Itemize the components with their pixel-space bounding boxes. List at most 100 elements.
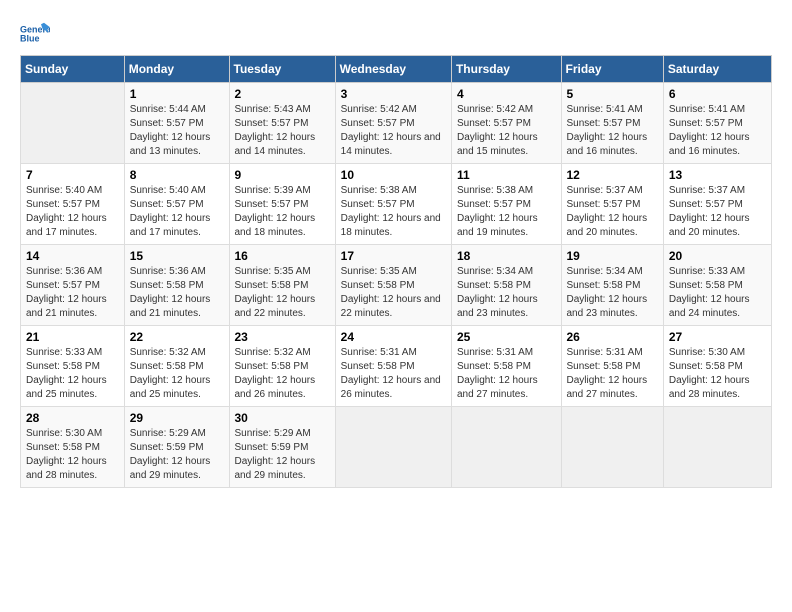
day-info: Sunrise: 5:38 AMSunset: 5:57 PMDaylight:… xyxy=(341,184,446,240)
calendar-cell: 28 Sunrise: 5:30 AMSunset: 5:58 PMDayligh… xyxy=(21,407,125,488)
day-info: Sunrise: 5:42 AMSunset: 5:57 PMDaylight:… xyxy=(341,103,446,159)
calendar-cell: 27 Sunrise: 5:30 AMSunset: 5:58 PMDayligh… xyxy=(663,326,771,407)
logo: General Blue xyxy=(20,20,54,45)
day-number: 23 xyxy=(235,330,330,344)
day-number: 20 xyxy=(669,249,766,263)
col-header-wednesday: Wednesday xyxy=(335,56,451,83)
day-info: Sunrise: 5:40 AMSunset: 5:57 PMDaylight:… xyxy=(130,184,224,240)
day-info: Sunrise: 5:42 AMSunset: 5:57 PMDaylight:… xyxy=(457,103,556,159)
day-number: 12 xyxy=(567,168,658,182)
calendar-cell: 7Sunrise: 5:40 AMSunset: 5:57 PMDaylight… xyxy=(21,164,125,245)
calendar-cell xyxy=(663,407,771,488)
day-info: Sunrise: 5:35 AMSunset: 5:58 PMDaylight:… xyxy=(341,265,446,321)
calendar-cell: 17 Sunrise: 5:35 AMSunset: 5:58 PMDayligh… xyxy=(335,245,451,326)
calendar-cell: 23 Sunrise: 5:32 AMSunset: 5:58 PMDayligh… xyxy=(229,326,335,407)
day-info: Sunrise: 5:30 AMSunset: 5:58 PMDaylight:… xyxy=(26,427,119,483)
day-info: Sunrise: 5:30 AMSunset: 5:58 PMDaylight:… xyxy=(669,346,766,402)
calendar-cell: 13 Sunrise: 5:37 AMSunset: 5:57 PMDayligh… xyxy=(663,164,771,245)
calendar-cell xyxy=(21,83,125,164)
calendar-cell: 15 Sunrise: 5:36 AMSunset: 5:58 PMDayligh… xyxy=(124,245,229,326)
calendar-cell: 4 Sunrise: 5:42 AMSunset: 5:57 PMDaylight… xyxy=(451,83,561,164)
day-info: Sunrise: 5:38 AMSunset: 5:57 PMDaylight:… xyxy=(457,184,556,240)
calendar-cell: 30 Sunrise: 5:29 AMSunset: 5:59 PMDayligh… xyxy=(229,407,335,488)
calendar-cell: 21 Sunrise: 5:33 AMSunset: 5:58 PMDayligh… xyxy=(21,326,125,407)
calendar-cell xyxy=(451,407,561,488)
day-number: 6 xyxy=(669,87,766,101)
day-info: Sunrise: 5:36 AMSunset: 5:57 PMDaylight:… xyxy=(26,265,119,321)
calendar-week-5: 28 Sunrise: 5:30 AMSunset: 5:58 PMDayligh… xyxy=(21,407,772,488)
day-number: 30 xyxy=(235,411,330,425)
day-info: Sunrise: 5:33 AMSunset: 5:58 PMDaylight:… xyxy=(26,346,119,402)
day-info: Sunrise: 5:37 AMSunset: 5:57 PMDaylight:… xyxy=(567,184,658,240)
calendar-table: SundayMondayTuesdayWednesdayThursdayFrid… xyxy=(20,55,772,488)
day-number: 21 xyxy=(26,330,119,344)
calendar-cell: 10 Sunrise: 5:38 AMSunset: 5:57 PMDayligh… xyxy=(335,164,451,245)
day-info: Sunrise: 5:29 AMSunset: 5:59 PMDaylight:… xyxy=(130,427,224,483)
page-header: General Blue xyxy=(20,20,772,45)
day-info: Sunrise: 5:34 AMSunset: 5:58 PMDaylight:… xyxy=(567,265,658,321)
day-number: 5 xyxy=(567,87,658,101)
day-info: Sunrise: 5:34 AMSunset: 5:58 PMDaylight:… xyxy=(457,265,556,321)
day-info: Sunrise: 5:37 AMSunset: 5:57 PMDaylight:… xyxy=(669,184,766,240)
day-info: Sunrise: 5:39 AMSunset: 5:57 PMDaylight:… xyxy=(235,184,330,240)
calendar-cell: 3 Sunrise: 5:42 AMSunset: 5:57 PMDaylight… xyxy=(335,83,451,164)
day-info: Sunrise: 5:44 AMSunset: 5:57 PMDaylight:… xyxy=(130,103,224,159)
calendar-cell: 2 Sunrise: 5:43 AMSunset: 5:57 PMDaylight… xyxy=(229,83,335,164)
day-info: Sunrise: 5:33 AMSunset: 5:58 PMDaylight:… xyxy=(669,265,766,321)
day-number: 4 xyxy=(457,87,556,101)
logo-icon: General Blue xyxy=(20,20,50,45)
day-number: 10 xyxy=(341,168,446,182)
day-number: 9 xyxy=(235,168,330,182)
calendar-cell xyxy=(561,407,663,488)
day-number: 17 xyxy=(341,249,446,263)
day-number: 25 xyxy=(457,330,556,344)
day-number: 19 xyxy=(567,249,658,263)
day-info: Sunrise: 5:31 AMSunset: 5:58 PMDaylight:… xyxy=(341,346,446,402)
day-info: Sunrise: 5:40 AMSunset: 5:57 PMDaylight:… xyxy=(26,184,119,240)
day-number: 22 xyxy=(130,330,224,344)
day-number: 29 xyxy=(130,411,224,425)
day-info: Sunrise: 5:32 AMSunset: 5:58 PMDaylight:… xyxy=(130,346,224,402)
day-info: Sunrise: 5:41 AMSunset: 5:57 PMDaylight:… xyxy=(567,103,658,159)
calendar-week-4: 21 Sunrise: 5:33 AMSunset: 5:58 PMDayligh… xyxy=(21,326,772,407)
calendar-cell: 26Sunrise: 5:31 AMSunset: 5:58 PMDayligh… xyxy=(561,326,663,407)
calendar-cell: 29 Sunrise: 5:29 AMSunset: 5:59 PMDayligh… xyxy=(124,407,229,488)
day-info: Sunrise: 5:29 AMSunset: 5:59 PMDaylight:… xyxy=(235,427,330,483)
calendar-cell: 20 Sunrise: 5:33 AMSunset: 5:58 PMDayligh… xyxy=(663,245,771,326)
day-info: Sunrise: 5:36 AMSunset: 5:58 PMDaylight:… xyxy=(130,265,224,321)
calendar-cell: 8 Sunrise: 5:40 AMSunset: 5:57 PMDaylight… xyxy=(124,164,229,245)
calendar-cell xyxy=(335,407,451,488)
day-number: 1 xyxy=(130,87,224,101)
calendar-header-row: SundayMondayTuesdayWednesdayThursdayFrid… xyxy=(21,56,772,83)
day-number: 13 xyxy=(669,168,766,182)
calendar-cell: 1 Sunrise: 5:44 AMSunset: 5:57 PMDaylight… xyxy=(124,83,229,164)
col-header-friday: Friday xyxy=(561,56,663,83)
col-header-saturday: Saturday xyxy=(663,56,771,83)
day-number: 16 xyxy=(235,249,330,263)
day-number: 24 xyxy=(341,330,446,344)
calendar-cell: 25 Sunrise: 5:31 AMSunset: 5:58 PMDayligh… xyxy=(451,326,561,407)
calendar-cell: 16 Sunrise: 5:35 AMSunset: 5:58 PMDayligh… xyxy=(229,245,335,326)
calendar-cell: 14Sunrise: 5:36 AMSunset: 5:57 PMDayligh… xyxy=(21,245,125,326)
calendar-cell: 11 Sunrise: 5:38 AMSunset: 5:57 PMDayligh… xyxy=(451,164,561,245)
calendar-cell: 5 Sunrise: 5:41 AMSunset: 5:57 PMDaylight… xyxy=(561,83,663,164)
day-number: 11 xyxy=(457,168,556,182)
calendar-cell: 22 Sunrise: 5:32 AMSunset: 5:58 PMDayligh… xyxy=(124,326,229,407)
calendar-cell: 24 Sunrise: 5:31 AMSunset: 5:58 PMDayligh… xyxy=(335,326,451,407)
calendar-cell: 9 Sunrise: 5:39 AMSunset: 5:57 PMDaylight… xyxy=(229,164,335,245)
day-info: Sunrise: 5:35 AMSunset: 5:58 PMDaylight:… xyxy=(235,265,330,321)
day-number: 28 xyxy=(26,411,119,425)
day-number: 3 xyxy=(341,87,446,101)
day-info: Sunrise: 5:32 AMSunset: 5:58 PMDaylight:… xyxy=(235,346,330,402)
day-info: Sunrise: 5:41 AMSunset: 5:57 PMDaylight:… xyxy=(669,103,766,159)
day-info: Sunrise: 5:31 AMSunset: 5:58 PMDaylight:… xyxy=(457,346,556,402)
day-number: 15 xyxy=(130,249,224,263)
day-number: 2 xyxy=(235,87,330,101)
calendar-cell: 6 Sunrise: 5:41 AMSunset: 5:57 PMDaylight… xyxy=(663,83,771,164)
col-header-monday: Monday xyxy=(124,56,229,83)
day-info: Sunrise: 5:31 AMSunset: 5:58 PMDaylight:… xyxy=(567,346,658,402)
day-number: 27 xyxy=(669,330,766,344)
day-info: Sunrise: 5:43 AMSunset: 5:57 PMDaylight:… xyxy=(235,103,330,159)
svg-text:Blue: Blue xyxy=(20,34,40,44)
day-number: 8 xyxy=(130,168,224,182)
